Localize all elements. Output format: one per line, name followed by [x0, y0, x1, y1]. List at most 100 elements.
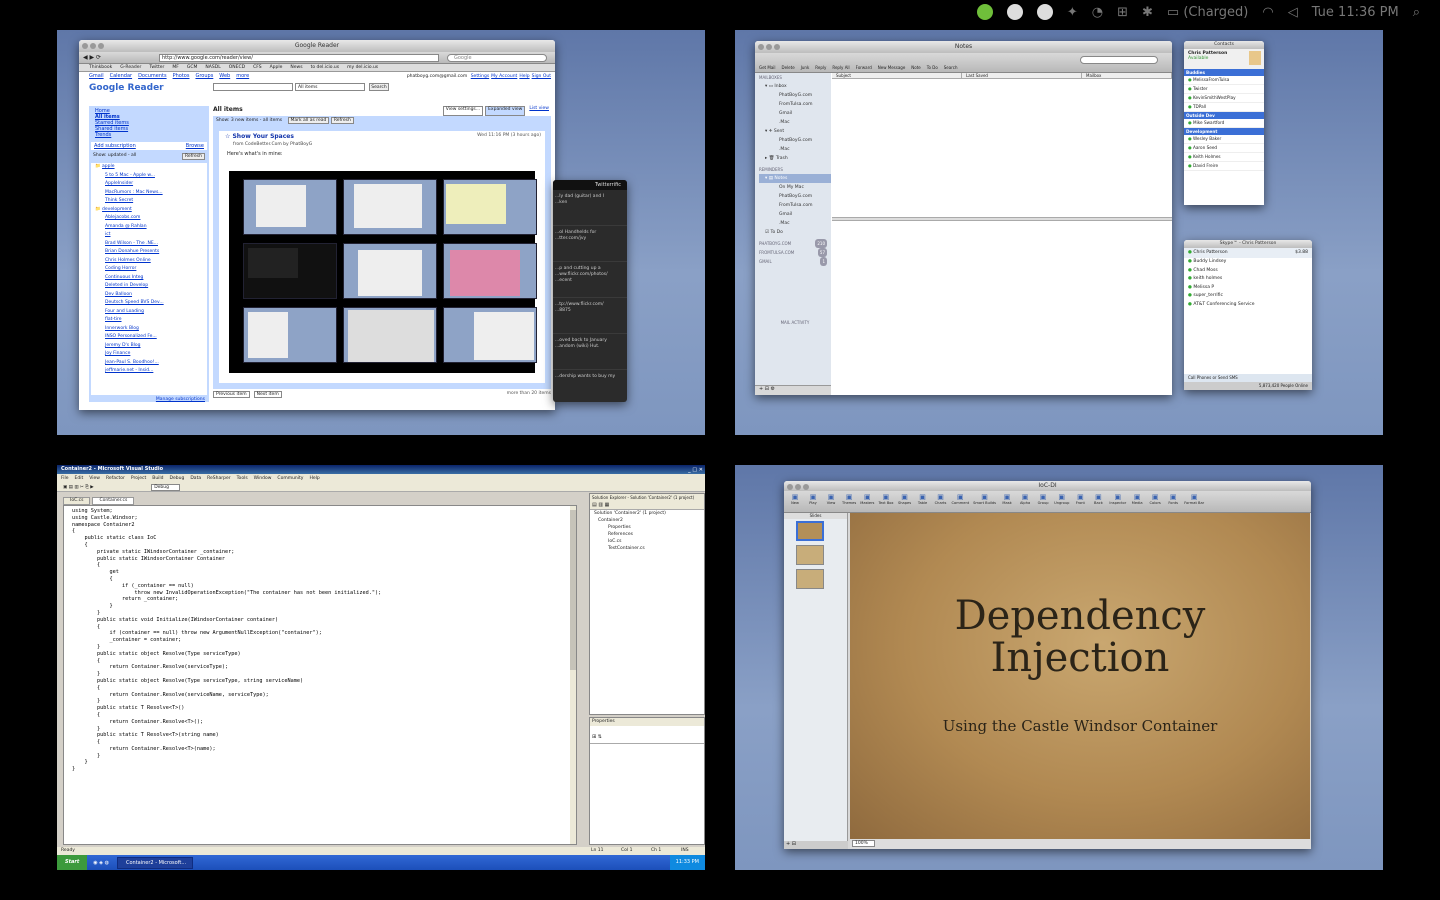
feed-item[interactable]: Brian Donahue Presents — [105, 248, 207, 257]
contact-row[interactable]: ● Wesley Baker — [1184, 135, 1264, 144]
navigator-actions[interactable]: + ⊟ — [784, 841, 848, 849]
code-line[interactable]: return Container.Resolve(serviceType); — [72, 664, 576, 671]
feed-item[interactable]: Deleted in Develop — [105, 282, 207, 291]
close-button[interactable] — [787, 484, 793, 490]
code-line[interactable]: return Container.Resolve<T>(); — [72, 719, 576, 726]
folder-development[interactable]: development — [102, 207, 132, 212]
menu-item[interactable]: ReSharper — [207, 474, 230, 483]
column-header[interactable]: Mailbox — [1082, 73, 1172, 78]
address-bar[interactable]: http://www.google.com/reader/view/ — [159, 54, 439, 62]
mail-toolbar-button[interactable]: Forward — [856, 65, 872, 70]
toolbar-button[interactable]: ▣ Media — [1130, 493, 1144, 505]
toolbar-button[interactable]: ▣ Alpha — [1018, 493, 1032, 505]
minimize-button[interactable] — [766, 44, 772, 50]
safari-titlebar[interactable]: Google Reader — [79, 40, 555, 52]
pane-splitter[interactable] — [832, 217, 1172, 221]
quicklaunch-icons[interactable]: ◉ ◈ ◍ — [93, 860, 109, 866]
google-link[interactable]: Photos — [173, 72, 190, 80]
properties-panel[interactable]: Properties ⊞ ⇅ — [589, 717, 705, 845]
tweet[interactable]: ...oved back to January ...andom (wiki) … — [553, 334, 627, 370]
google-link[interactable]: Web — [219, 72, 230, 80]
battery-status[interactable]: ▭ (Charged) — [1167, 5, 1248, 20]
toolbar-button[interactable]: ▣ Format Bar — [1184, 493, 1204, 505]
toolbar-button[interactable]: ▣ New — [788, 493, 802, 505]
show-updated[interactable]: Show: updated - all — [93, 153, 136, 160]
tweet[interactable]: ...tp://www.flickr.com/ ...8875 — [553, 298, 627, 334]
spaces-icon[interactable]: ⊞ — [1117, 5, 1128, 20]
feed-item[interactable]: INSO Personalized Fe... — [105, 333, 207, 342]
solution-item[interactable]: Container2 — [594, 517, 704, 524]
toolbar-button[interactable]: ▣ Mask — [1000, 493, 1014, 505]
menu-item[interactable]: View — [89, 474, 100, 483]
spotlight-icon[interactable]: ⌕ — [1413, 5, 1420, 20]
mail-titlebar[interactable]: Notes — [755, 41, 1172, 53]
slide-thumb-2[interactable] — [796, 545, 824, 565]
feed-item[interactable]: Amanda @ Rahlan — [105, 223, 207, 232]
keynote-titlebar[interactable]: IoC-DI — [784, 481, 1311, 491]
close-button[interactable] — [82, 43, 88, 49]
adium-icon[interactable] — [976, 4, 993, 20]
reader-search-select[interactable]: All items — [295, 83, 365, 91]
properties-toolbar[interactable]: ⊞ ⇅ — [590, 734, 704, 744]
column-header[interactable]: Subject — [832, 73, 962, 78]
bookmark-item[interactable]: Thinkbook — [89, 64, 112, 71]
toolbar-button[interactable]: ▣ Back — [1091, 493, 1105, 505]
reminder-todo[interactable]: ☑ To Do — [759, 228, 831, 237]
mail-toolbar-button[interactable]: Note — [911, 65, 920, 70]
space-2[interactable]: Notes Get Mail Delete Junk Reply Reply All Fo… — [735, 30, 1383, 435]
code-line[interactable]: } — [72, 644, 576, 651]
add-subscription-link[interactable]: Add subscription — [94, 143, 136, 149]
mail-toolbar-button[interactable]: Delete — [782, 65, 795, 70]
code-line[interactable]: if (_container == null) — [72, 583, 576, 590]
mailbox-sent[interactable]: ▾ ✈ Sent — [759, 127, 831, 136]
start-button[interactable]: Start — [57, 855, 88, 870]
menu-item[interactable]: File — [61, 474, 69, 483]
skype-call-phones[interactable]: Call Phones or Send SMS — [1184, 374, 1312, 382]
skype-contact[interactable]: ● Buddy Lindsey — [1188, 258, 1312, 267]
account-row[interactable]: PHATBOYG.COM 210 — [759, 239, 831, 248]
code-line[interactable]: _container = container; — [72, 637, 576, 644]
keynote-window[interactable]: IoC-DI ▣ New ▣ Play ▣ View ▣ Themes ▣ Masters ▣ Tex… — [784, 481, 1311, 849]
code-line[interactable]: using System; — [72, 508, 576, 515]
refresh-button[interactable]: Refresh — [182, 153, 205, 160]
slide-thumb-3[interactable] — [796, 569, 824, 589]
system-tray-clock[interactable]: 11:33 PM — [669, 855, 705, 870]
bookmark-item[interactable]: Apple — [270, 64, 283, 71]
feed-item[interactable]: 5 to 5 Mac - Apple w... — [105, 172, 207, 181]
star-icon[interactable]: ☆ — [225, 133, 230, 140]
toolbar-button[interactable]: ▣ Smart Builds — [973, 493, 996, 505]
menu-item[interactable]: Refactor — [106, 474, 125, 483]
contact-row[interactable]: ● Twister — [1184, 85, 1264, 94]
toolbar-button[interactable]: ▣ Table — [916, 493, 930, 505]
contact-row[interactable]: ● KevinSmithWestPlay — [1184, 94, 1264, 103]
skype-contact[interactable]: ● keith holmes — [1188, 275, 1312, 284]
solution-item[interactable]: Properties — [594, 524, 704, 531]
mailbox-item[interactable]: Gmail — [779, 210, 831, 219]
account-row[interactable]: GMAIL 1 — [759, 257, 831, 266]
code-line[interactable]: } — [72, 753, 576, 760]
account-link[interactable]: Settings — [471, 74, 489, 79]
code-line[interactable]: } — [72, 759, 576, 766]
toolbar-button[interactable]: ▣ Themes — [842, 493, 856, 505]
reader-search-button[interactable]: Search — [369, 83, 389, 91]
minimize-button[interactable] — [90, 43, 96, 49]
code-line[interactable]: { — [72, 542, 576, 549]
feed-item[interactable]: Innerwork Blog — [105, 325, 207, 334]
code-line[interactable]: using Castle.Windsor; — [72, 515, 576, 522]
code-line[interactable]: { — [72, 739, 576, 746]
mail-toolbar-button[interactable]: To Do — [927, 65, 938, 70]
mailbox-inbox[interactable]: ▾ ▭ Inbox — [759, 82, 831, 91]
contact-row[interactable]: ● Mike Swartford — [1184, 119, 1264, 128]
code-line[interactable]: public static T Resolve<T>() — [72, 705, 576, 712]
space-4[interactable]: IoC-DI ▣ New ▣ Play ▣ View ▣ Themes ▣ Masters ▣ Tex… — [735, 465, 1383, 870]
menu-item[interactable]: Window — [254, 474, 272, 483]
minimize-button[interactable] — [795, 484, 801, 490]
toolbar-button[interactable]: ▣ Play — [806, 493, 820, 505]
tweet[interactable]: ...ly dad (guitar) and I ...ken — [553, 190, 627, 226]
code-line[interactable]: return _container; — [72, 596, 576, 603]
slide-canvas[interactable]: Dependency Injection Using the Castle Wi… — [850, 513, 1310, 839]
browse-link[interactable]: Browse — [186, 143, 204, 149]
wifi-icon[interactable]: ◠ — [1262, 5, 1273, 20]
toolbar-button[interactable]: ▣ Shapes — [898, 493, 912, 505]
menu-item[interactable]: Tools — [237, 474, 248, 483]
